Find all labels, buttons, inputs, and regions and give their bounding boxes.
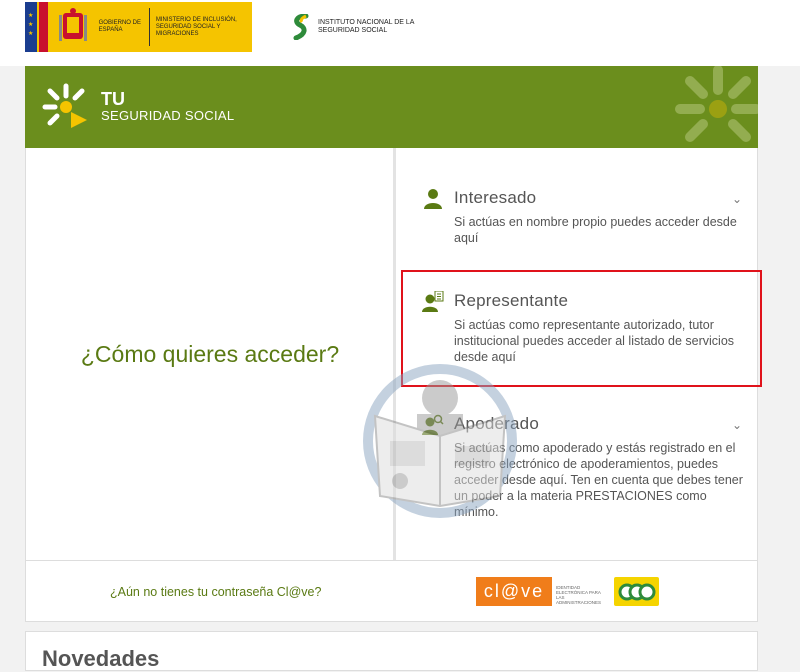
option-title: Apoderado <box>454 414 539 433</box>
clave-row: ¿Aún no tienes tu contraseña Cl@ve? cl@v… <box>25 560 758 622</box>
inss-label: Instituto Nacional de la Seguridad Socia… <box>318 19 415 34</box>
ministerio-label: Ministerio de Inclusión, Seguridad Socia… <box>155 16 237 37</box>
top-bar: Gobierno de España Ministerio de Inclusi… <box>0 0 800 66</box>
page-title: ¿Cómo quieres acceder? <box>80 340 340 367</box>
pin-icon <box>618 583 655 600</box>
person-search-icon <box>422 414 444 435</box>
sunburst-logo-icon <box>42 83 87 128</box>
selection-highlight <box>401 270 762 387</box>
chevron-down-icon[interactable]: ⌄ <box>732 192 742 206</box>
question-column: ¿Cómo quieres acceder? <box>26 148 394 560</box>
option-apoderado[interactable]: Apoderado ⌄ Si actúas como apoderado y e… <box>422 414 743 524</box>
sunburst-watermark-icon <box>675 66 758 142</box>
spain-flag-stripe <box>38 2 49 52</box>
clave-pin-logo[interactable] <box>614 577 659 606</box>
brand-tu: TU <box>101 89 125 109</box>
inss-icon <box>293 14 309 40</box>
chevron-down-icon[interactable]: ⌄ <box>732 418 742 432</box>
gobierno-label: Gobierno de España <box>98 20 141 33</box>
site-header: TU SEGURIDAD SOCIAL <box>25 66 758 148</box>
divider <box>148 8 150 46</box>
inss-logo[interactable]: Instituto Nacional de la Seguridad Socia… <box>292 14 428 40</box>
eu-flag-icon <box>25 2 37 52</box>
person-icon <box>424 189 442 209</box>
clave-subtitle: Identidad electrónica para las administr… <box>556 585 602 605</box>
option-title: Interesado <box>454 188 537 207</box>
news-title: Novedades <box>42 646 160 671</box>
option-description: Si actúas como apoderado y estás registr… <box>454 441 743 519</box>
brand-logo[interactable]: TU SEGURIDAD SOCIAL <box>41 82 234 132</box>
gobierno-logo[interactable]: Gobierno de España Ministerio de Inclusi… <box>25 2 252 52</box>
option-interesado[interactable]: Interesado ⌄ Si actúas en nombre propio … <box>422 188 742 248</box>
clave-register-link[interactable]: ¿Aún no tienes tu contraseña Cl@ve? <box>110 585 321 599</box>
option-description: Si actúas en nombre propio puedes accede… <box>454 215 737 245</box>
brand-name: SEGURIDAD SOCIAL <box>101 108 235 123</box>
coat-of-arms-icon <box>54 5 92 49</box>
clave-logo[interactable]: cl@ve <box>476 577 552 606</box>
news-section: Novedades <box>25 631 758 671</box>
